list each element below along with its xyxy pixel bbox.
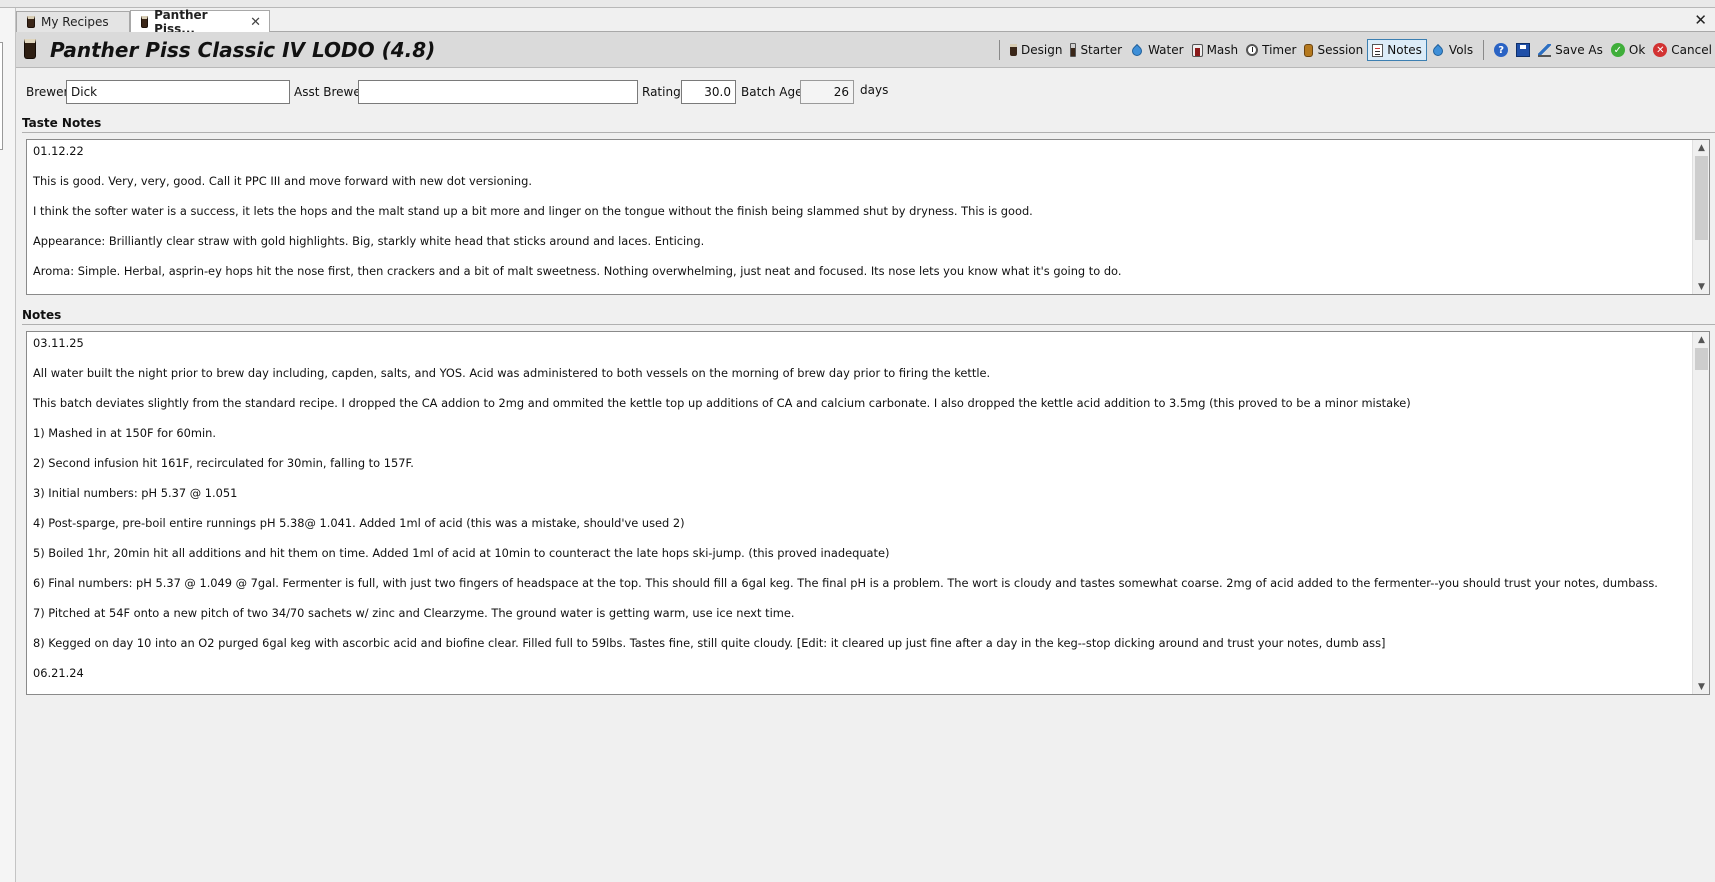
note-line: 06.21.24 bbox=[33, 666, 84, 680]
batch-age-field bbox=[800, 80, 854, 104]
scroll-thumb[interactable] bbox=[1695, 348, 1708, 370]
note-line: 5) Boiled 1hr, 20min hit all additions a… bbox=[33, 546, 890, 560]
asst-brewer-label: Asst Brewer bbox=[294, 85, 366, 99]
starter-label: Starter bbox=[1080, 43, 1123, 57]
notes-button[interactable]: Notes bbox=[1367, 39, 1427, 61]
cancel-button[interactable]: ✕ Cancel bbox=[1649, 39, 1715, 61]
note-line: 4) Post-sparge, pre-boil entire runnings… bbox=[33, 516, 685, 530]
timer-button[interactable]: Timer bbox=[1242, 39, 1300, 61]
cancel-label: Cancel bbox=[1671, 43, 1712, 57]
help-button[interactable]: ? bbox=[1490, 39, 1512, 61]
keg-icon bbox=[1304, 43, 1314, 57]
scroll-up-icon[interactable]: ▲ bbox=[1693, 332, 1709, 347]
tab-label: My Recipes bbox=[41, 15, 109, 29]
save-button[interactable] bbox=[1512, 39, 1534, 61]
water-drop-icon bbox=[1130, 43, 1145, 59]
cancel-icon: ✕ bbox=[1653, 43, 1668, 57]
water-drop-icon bbox=[1430, 43, 1445, 59]
mash-label: Mash bbox=[1206, 43, 1239, 57]
notepad-icon bbox=[1372, 43, 1384, 57]
taste-note-line: I think the softer water is a success, i… bbox=[33, 204, 1033, 218]
vols-button[interactable]: Vols bbox=[1427, 39, 1477, 61]
note-line: All water built the night prior to brew … bbox=[33, 366, 991, 380]
notes-scrollbar[interactable]: ▲ ▼ bbox=[1692, 332, 1709, 694]
scroll-up-icon[interactable]: ▲ bbox=[1693, 140, 1709, 155]
session-label: Session bbox=[1317, 43, 1364, 57]
brewer-field[interactable] bbox=[66, 80, 290, 104]
design-button[interactable]: Design bbox=[1006, 39, 1066, 61]
section-divider bbox=[22, 132, 1715, 133]
mash-tun-icon bbox=[1191, 43, 1203, 57]
ok-label: Ok bbox=[1628, 43, 1646, 57]
toolbar-separator bbox=[1483, 40, 1485, 60]
scroll-down-icon[interactable]: ▼ bbox=[1693, 679, 1709, 694]
beer-mug-icon bbox=[1010, 44, 1017, 56]
beer-mug-icon bbox=[27, 16, 35, 28]
note-line: 8) Kegged on day 10 into an O2 purged 6g… bbox=[33, 636, 1386, 650]
note-line: 2) Second infusion hit 161F, recirculate… bbox=[33, 456, 414, 470]
notes-textarea[interactable]: 03.11.25 All water built the night prior… bbox=[26, 331, 1710, 695]
brew-info-row: Brewer Asst Brewer Rating Batch Age days bbox=[16, 70, 1715, 108]
beer-mug-icon bbox=[141, 16, 149, 28]
left-gutter bbox=[0, 8, 16, 882]
notes-content: 03.11.25 All water built the night prior… bbox=[27, 332, 1692, 694]
recipe-panel: My Recipes Panther Piss... ✕ ✕ Panther P… bbox=[16, 8, 1715, 882]
toolbar: Design Starter Water Mash Timer Session bbox=[993, 38, 1715, 62]
note-line: 1) Mashed in at 150F for 60min. bbox=[33, 426, 216, 440]
gutter-marker bbox=[0, 42, 3, 150]
floppy-disk-icon bbox=[1516, 43, 1531, 57]
window-top-strip bbox=[0, 0, 1715, 8]
taste-notes-content: 01.12.22 This is good. Very, very, good.… bbox=[27, 140, 1692, 294]
ok-button[interactable]: ✓ Ok bbox=[1607, 39, 1649, 61]
section-divider bbox=[22, 324, 1715, 325]
session-button[interactable]: Session bbox=[1300, 39, 1367, 61]
note-line: 3) Initial numbers: pH 5.37 @ 1.051 bbox=[33, 486, 238, 500]
timer-label: Timer bbox=[1262, 43, 1297, 57]
vols-label: Vols bbox=[1448, 43, 1474, 57]
water-label: Water bbox=[1148, 43, 1184, 57]
pencil-icon bbox=[1538, 43, 1552, 57]
notes-label: Notes bbox=[1387, 43, 1422, 57]
help-icon: ? bbox=[1494, 43, 1509, 57]
taste-note-line: 01.12.22 bbox=[33, 144, 84, 158]
note-line: 03.11.25 bbox=[33, 336, 84, 350]
tab-panther-piss[interactable]: Panther Piss... ✕ bbox=[130, 8, 270, 36]
close-tab-icon[interactable]: ✕ bbox=[250, 15, 261, 30]
rating-field[interactable] bbox=[681, 80, 736, 104]
save-as-label: Save As bbox=[1555, 43, 1603, 57]
note-line: 6) Final numbers: pH 5.37 @ 1.049 @ 7gal… bbox=[33, 576, 1658, 590]
note-line: This batch deviates slightly from the st… bbox=[33, 396, 1411, 410]
starter-button[interactable]: Starter bbox=[1066, 39, 1126, 61]
asst-brewer-field[interactable] bbox=[358, 80, 638, 104]
close-icon[interactable]: ✕ bbox=[1694, 11, 1707, 29]
design-label: Design bbox=[1021, 43, 1063, 57]
scroll-down-icon[interactable]: ▼ bbox=[1693, 279, 1709, 294]
batch-age-unit: days bbox=[860, 83, 889, 97]
taste-note-line: Aroma: Simple. Herbal, asprin-ey hops hi… bbox=[33, 264, 1122, 278]
taste-note-line: Appearance: Brilliantly clear straw with… bbox=[33, 234, 705, 248]
taste-note-line: This is good. Very, very, good. Call it … bbox=[33, 174, 533, 188]
taste-notes-textarea[interactable]: 01.12.22 This is good. Very, very, good.… bbox=[26, 139, 1710, 295]
tab-bar: My Recipes Panther Piss... ✕ ✕ bbox=[16, 8, 1715, 36]
water-button[interactable]: Water bbox=[1126, 39, 1187, 61]
notes-heading: Notes bbox=[22, 308, 62, 322]
save-as-button[interactable]: Save As bbox=[1534, 39, 1607, 61]
rating-label: Rating bbox=[642, 85, 681, 99]
stopwatch-icon bbox=[1246, 44, 1259, 56]
flask-icon bbox=[1070, 43, 1077, 57]
check-icon: ✓ bbox=[1610, 43, 1625, 57]
taste-notes-heading: Taste Notes bbox=[22, 116, 102, 130]
tab-my-recipes[interactable]: My Recipes bbox=[16, 11, 130, 32]
brewer-label: Brewer bbox=[26, 85, 69, 99]
recipe-header: Panther Piss Classic IV LODO (4.8) Desig… bbox=[16, 32, 1715, 68]
toolbar-separator bbox=[999, 40, 1000, 60]
recipe-title: Panther Piss Classic IV LODO (4.8) bbox=[50, 38, 436, 62]
mash-button[interactable]: Mash bbox=[1188, 39, 1243, 61]
beer-mug-icon bbox=[24, 39, 36, 59]
note-line: 7) Pitched at 54F onto a new pitch of tw… bbox=[33, 606, 795, 620]
scroll-thumb[interactable] bbox=[1695, 156, 1708, 240]
taste-notes-scrollbar[interactable]: ▲ ▼ bbox=[1692, 140, 1709, 294]
batch-age-label: Batch Age bbox=[741, 85, 803, 99]
